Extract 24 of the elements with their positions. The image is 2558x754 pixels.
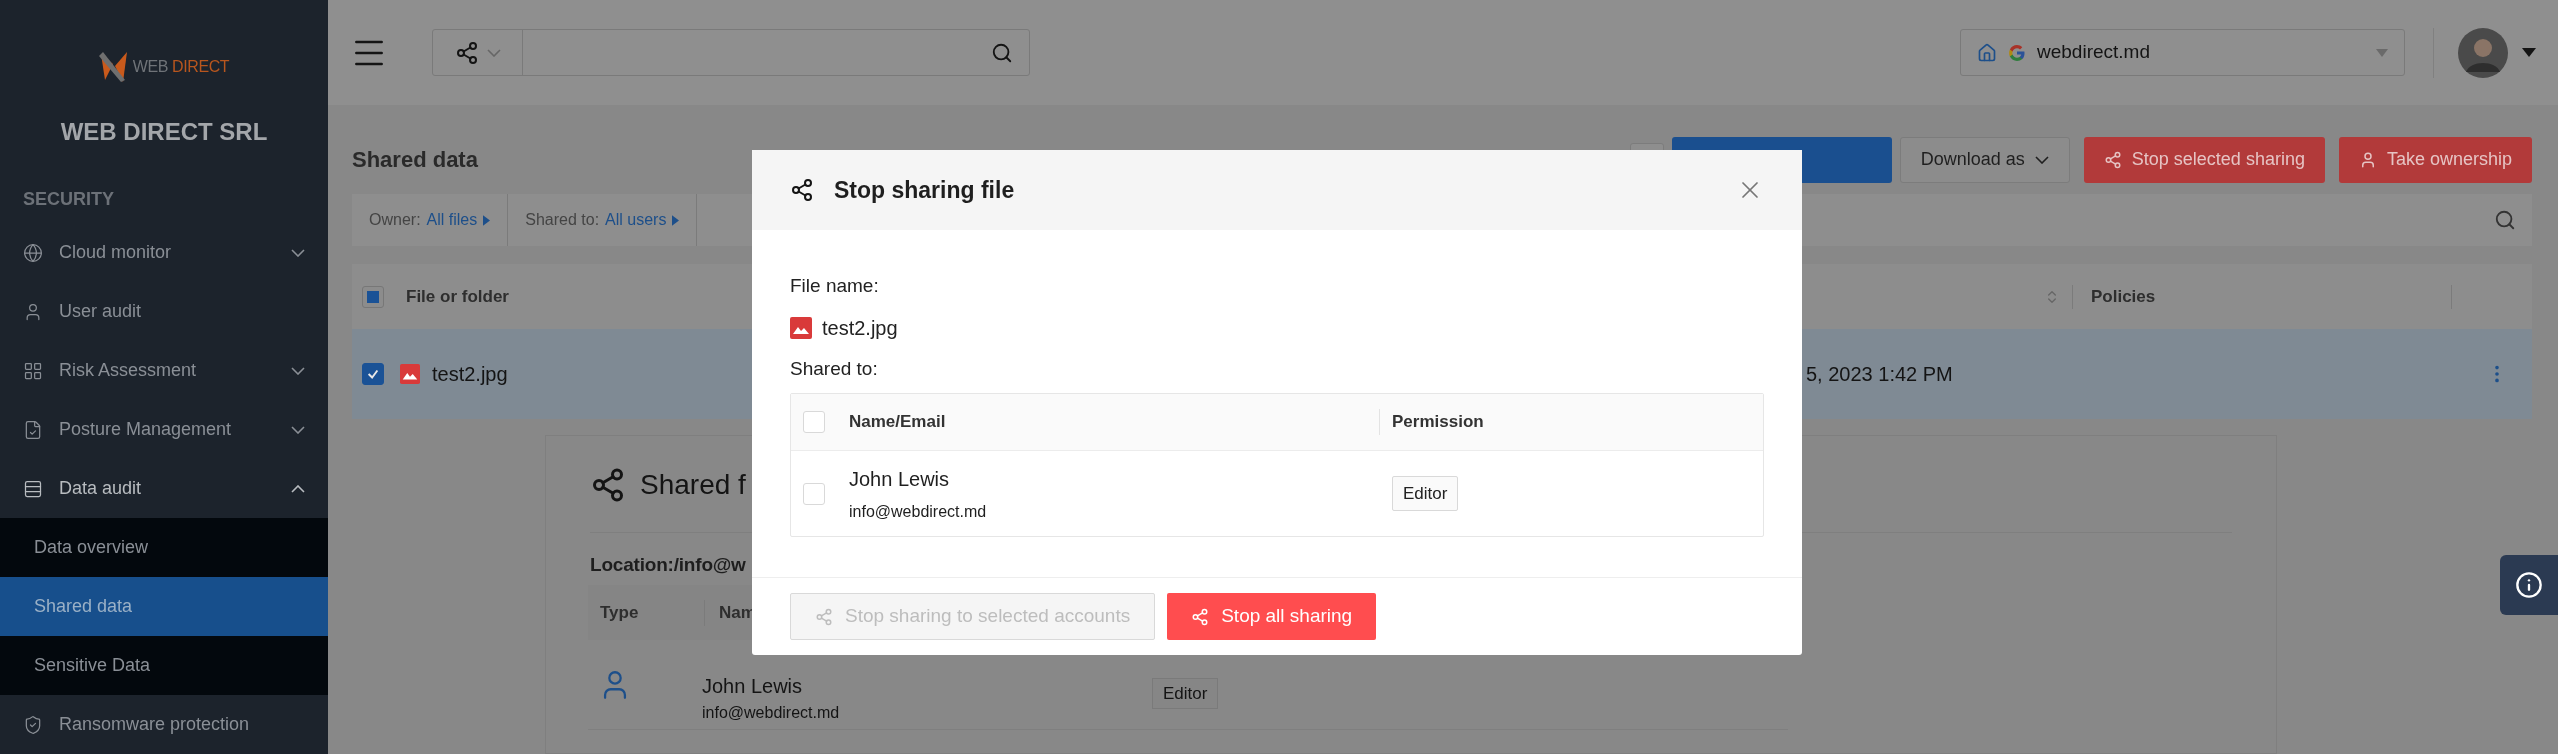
date-cell-text: 5, 2023 1:42 PM	[1806, 362, 1953, 387]
contact-name: John Lewis	[849, 466, 951, 492]
contact-email: info@webdirect.md	[849, 501, 988, 522]
permission-tag: Editor	[1392, 475, 1459, 512]
logo-text: WEB DIRECT	[132, 57, 230, 77]
dialog-title: Stop sharing file	[834, 175, 1016, 205]
column-header: Policies	[2091, 285, 2157, 308]
permission-tag: Editor	[1152, 677, 1219, 710]
column-header: Name/Email	[849, 411, 947, 434]
page-title: Shared data	[352, 146, 479, 174]
section-heading: SECURITY	[22, 188, 115, 211]
field-label: Shared to:	[790, 356, 879, 381]
field-label: File name:	[790, 274, 880, 298]
column-header: Permission	[1392, 411, 1484, 434]
file-name: test2.jpg	[432, 362, 508, 387]
domain-value: webdirect.md	[2037, 40, 2151, 65]
contact-name: John Lewis	[702, 673, 804, 699]
card-title: Shared f	[640, 468, 746, 502]
file-name: test2.jpg	[822, 315, 898, 341]
org-name: WEB DIRECT SRL	[59, 117, 269, 147]
location-text: Location:/info@w	[590, 553, 746, 577]
column-header: Type	[599, 601, 640, 624]
column-header: File or folder	[406, 285, 509, 308]
contact-email: info@webdirect.md	[702, 702, 841, 723]
